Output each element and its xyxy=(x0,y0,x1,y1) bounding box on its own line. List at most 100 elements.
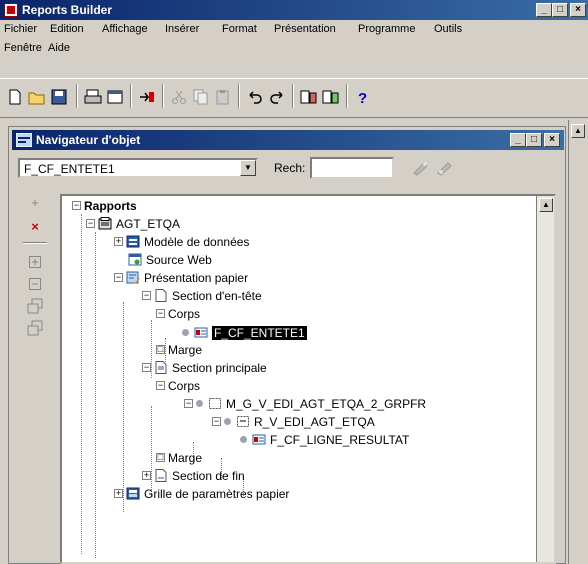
page-icon xyxy=(154,289,168,302)
run-report-icon[interactable] xyxy=(136,86,158,108)
tree-node-label: Section d'en-tête xyxy=(172,288,262,303)
object-selector-value: F_CF_ENTETE1 xyxy=(24,162,115,176)
undo-icon[interactable] xyxy=(244,86,266,108)
save-icon[interactable] xyxy=(48,86,70,108)
navigator-icon xyxy=(16,133,32,147)
expand-icon[interactable]: + xyxy=(142,471,151,480)
repeat-frame-icon xyxy=(236,415,250,428)
collapse-all-icon[interactable] xyxy=(27,320,43,336)
print-icon[interactable] xyxy=(82,86,104,108)
tree-node-f-cf-entete1[interactable]: F_CF_ENTETE1 xyxy=(182,324,307,341)
tree-node-section-de-fin[interactable]: + Section de fin xyxy=(142,467,245,484)
main-vertical-scrollbar[interactable]: ▲ xyxy=(568,120,588,564)
menu-fichier[interactable]: Fichier xyxy=(4,23,37,35)
page-icon xyxy=(154,469,168,482)
tree-node-section-en-tete[interactable]: − Section d'en-tête xyxy=(142,287,262,304)
app-title-bar: Reports Builder _ □ × xyxy=(0,0,588,20)
search-next-icon[interactable] xyxy=(436,160,454,179)
search-previous-icon[interactable] xyxy=(412,160,430,179)
tree-node-modele-de-donnees[interactable]: + Modèle de données xyxy=(114,233,249,250)
tree-node-presentation-papier[interactable]: − Présentation papier xyxy=(114,269,248,286)
search-label: Rech: xyxy=(274,161,306,175)
tree-node-grille-parametres-papier[interactable]: + Grille de paramètres papier xyxy=(114,485,289,502)
expand-icon[interactable]: + xyxy=(114,489,123,498)
empty-node-icon: □ xyxy=(156,344,165,354)
navigator-maximize-button[interactable]: □ xyxy=(526,133,542,147)
field-icon xyxy=(194,326,208,339)
collapse-icon[interactable]: − xyxy=(184,399,193,408)
copy-icon[interactable] xyxy=(190,86,212,108)
tree-node-label: AGT_ETQA xyxy=(116,216,181,231)
cut-icon[interactable] xyxy=(168,86,190,108)
expand-tree-icon[interactable] xyxy=(298,86,320,108)
tree-node-f-cf-ligne-resultat[interactable]: F_CF_LIGNE_RESULTAT xyxy=(240,431,409,448)
navigator-close-button[interactable]: × xyxy=(544,133,560,147)
scroll-up-arrow-icon[interactable]: ▲ xyxy=(539,198,553,212)
tree-node-label: Corps xyxy=(168,306,201,321)
tree-node-label: M_G_V_EDI_AGT_ETQA_2_GRPFR xyxy=(226,396,427,411)
tree-node-corps[interactable]: − Corps xyxy=(156,377,200,394)
tree-node-agt-etqa[interactable]: − AGT_ETQA xyxy=(86,215,180,232)
tree-vertical-scrollbar[interactable]: ▲ xyxy=(536,196,554,562)
collapse-icon[interactable] xyxy=(27,276,43,292)
maximize-button[interactable]: □ xyxy=(552,3,568,17)
delete-icon[interactable]: × xyxy=(27,218,43,234)
tree-node-section-principale[interactable]: − Section principale xyxy=(142,359,267,376)
collapse-icon[interactable]: − xyxy=(212,417,221,426)
tree-node-label: F_CF_LIGNE_RESULTAT xyxy=(270,432,410,447)
add-icon[interactable]: + xyxy=(27,194,43,210)
collapse-icon[interactable]: − xyxy=(142,291,151,300)
menu-affichage[interactable]: Affichage xyxy=(102,23,148,35)
navigator-minimize-button[interactable]: _ xyxy=(510,133,526,147)
expand-all-icon[interactable] xyxy=(27,298,43,314)
redo-icon[interactable] xyxy=(266,86,288,108)
menu-edition[interactable]: Edition xyxy=(50,23,84,35)
tree-node-label: F_CF_ENTETE1 xyxy=(212,325,307,340)
tree-node-marge[interactable]: □ Marge xyxy=(156,449,202,466)
tree-node-rapports[interactable]: − Rapports xyxy=(72,197,137,214)
menu-fenetre[interactable]: Fenêtre xyxy=(4,42,42,54)
scroll-up-arrow-icon[interactable]: ▲ xyxy=(571,124,585,138)
collapse-tree-icon[interactable] xyxy=(320,86,342,108)
tree-node-m-g-v-edi-agt-etqa-2-grpfr[interactable]: − M_G_V_EDI_AGT_ETQA_2_GRPFR xyxy=(184,395,426,412)
new-file-icon[interactable] xyxy=(4,86,26,108)
object-selector-combobox[interactable]: F_CF_ENTETE1 ▼ xyxy=(18,158,258,178)
help-icon[interactable]: ? xyxy=(352,86,374,108)
open-folder-icon[interactable] xyxy=(26,86,48,108)
navigator-tool-strip: + × xyxy=(18,194,52,394)
menu-programme[interactable]: Programme xyxy=(358,23,415,35)
menu-outils[interactable]: Outils xyxy=(434,23,462,35)
menu-inserer[interactable]: Insérer xyxy=(165,23,199,35)
toolbar-separator xyxy=(162,84,164,108)
tree-node-label: Grille de paramètres papier xyxy=(144,486,290,501)
app-title: Reports Builder xyxy=(22,3,113,17)
tree-node-marge[interactable]: □ Marge xyxy=(156,341,202,358)
collapse-icon[interactable]: − xyxy=(72,201,81,210)
close-button[interactable]: × xyxy=(570,3,586,17)
minimize-button[interactable]: _ xyxy=(536,3,552,17)
tree-node-label: Section principale xyxy=(172,360,267,375)
page-setup-icon[interactable] xyxy=(104,86,126,108)
tree-node-source-web[interactable]: Source Web xyxy=(126,251,212,268)
expand-icon[interactable] xyxy=(27,254,43,270)
tree-connector xyxy=(95,232,96,558)
navigator-title: Navigateur d'objet xyxy=(36,133,141,147)
toolbar-separator xyxy=(292,84,294,108)
menu-aide[interactable]: Aide xyxy=(48,42,70,54)
collapse-icon[interactable]: − xyxy=(86,219,95,228)
menu-presentation[interactable]: Présentation xyxy=(274,23,336,35)
field-icon xyxy=(252,433,266,446)
collapse-icon[interactable]: − xyxy=(142,363,151,372)
menu-format[interactable]: Format xyxy=(222,23,257,35)
expand-icon[interactable]: + xyxy=(114,237,123,246)
collapse-icon[interactable]: − xyxy=(156,309,165,318)
search-input[interactable] xyxy=(310,157,394,179)
tree-node-label: Présentation papier xyxy=(144,270,249,285)
tree-connector xyxy=(81,214,82,554)
tree-node-r-v-edi-agt-etqa[interactable]: − R_V_EDI_AGT_ETQA xyxy=(212,413,375,430)
paste-icon[interactable] xyxy=(212,86,234,108)
tree-node-corps[interactable]: − Corps xyxy=(156,305,200,322)
collapse-icon[interactable]: − xyxy=(156,381,165,390)
collapse-icon[interactable]: − xyxy=(114,273,123,282)
chevron-down-icon[interactable]: ▼ xyxy=(240,160,256,176)
